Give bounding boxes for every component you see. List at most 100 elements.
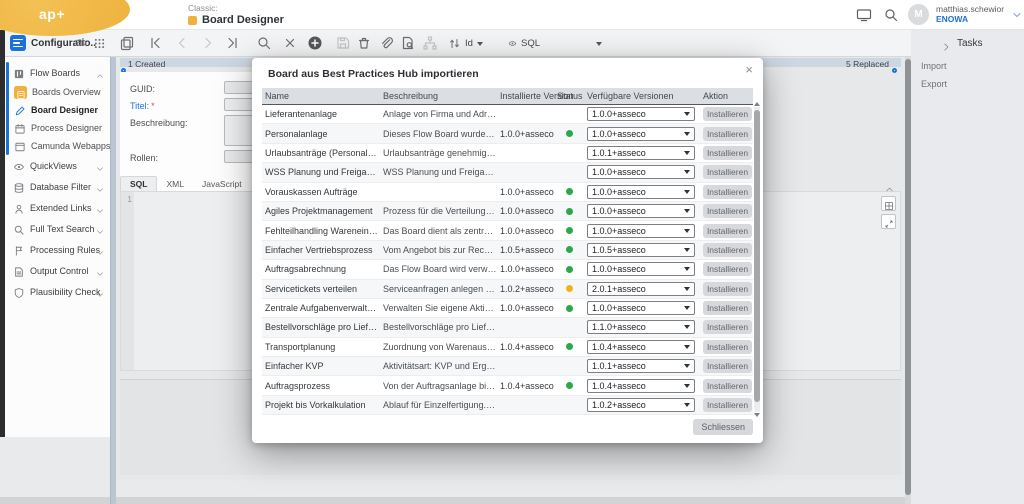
version-select[interactable]: 2.0.1+asseco <box>587 282 695 296</box>
version-select[interactable]: 1.0.0+asseco <box>587 301 695 315</box>
schliessen-button[interactable]: Schliessen <box>693 419 753 435</box>
board-description: WSS Planung und Freigabe auf Teams... <box>380 167 497 177</box>
version-select[interactable]: 1.0.0+asseco <box>587 185 695 199</box>
sidebar-item-full-text-search[interactable]: Full Text Search <box>5 218 110 239</box>
sort-dropdown[interactable]: Id <box>448 35 483 52</box>
close-icon[interactable]: × <box>745 63 753 76</box>
sidebar-item-processing-rules[interactable]: Processing Rules <box>5 239 110 260</box>
version-select[interactable]: 1.0.0+asseco <box>587 224 695 238</box>
table-row: Agiles Projektmanagement Prozess für die… <box>262 202 753 221</box>
view-dropdown[interactable]: SQL <box>508 35 602 52</box>
sidebar-item-process-designer[interactable]: Process Designer <box>5 119 110 137</box>
sidebar-item-flow-boards[interactable]: Flow Boards <box>5 62 110 83</box>
task-item-export[interactable]: Export <box>911 75 1024 93</box>
doc-search-icon[interactable] <box>400 35 416 51</box>
installieren-button[interactable]: Installieren <box>703 127 752 141</box>
installieren-button[interactable]: Installieren <box>703 165 752 179</box>
version-select[interactable]: 1.0.0+asseco <box>587 165 695 179</box>
version-select[interactable]: 1.0.4+asseco <box>587 340 695 354</box>
add-icon[interactable] <box>307 35 323 51</box>
version-select[interactable]: 1.0.5+asseco <box>587 243 695 257</box>
save-icon[interactable] <box>335 35 351 51</box>
version-select[interactable]: 1.0.0+asseco <box>587 107 695 121</box>
configuration-app-icon[interactable] <box>10 35 26 51</box>
sidebar-item-database-filter[interactable]: Database Filter <box>5 176 110 197</box>
nav-prev-icon[interactable] <box>174 35 190 51</box>
version-select[interactable]: 1.0.2+asseco <box>587 398 695 412</box>
modal-footer: Schliessen <box>693 417 753 435</box>
paperclip-icon[interactable] <box>378 35 394 51</box>
selected-version: 1.0.0+asseco <box>592 167 646 177</box>
scrollbar-thumb[interactable] <box>754 110 760 402</box>
installieren-button[interactable]: Installieren <box>703 340 752 354</box>
installieren-button[interactable]: Installieren <box>703 204 752 218</box>
sidebar-item-extended-links[interactable]: Extended Links <box>5 197 110 218</box>
main-scrollbar[interactable] <box>905 57 911 504</box>
installieren-button[interactable]: Installieren <box>703 224 752 238</box>
editor-expand-button[interactable] <box>881 214 896 229</box>
collapse-editor-icon[interactable] <box>884 182 895 193</box>
user-menu[interactable]: M matthias.schewior ENOWA <box>908 4 1023 25</box>
installieren-button[interactable]: Installieren <box>703 379 752 393</box>
version-select[interactable]: 1.0.0+asseco <box>587 262 695 276</box>
sidebar-item-plausibility-check[interactable]: Plausibility Check <box>5 281 110 302</box>
tasks-header[interactable]: Tasks <box>911 30 1024 57</box>
board-name: Transportplanung <box>262 342 380 352</box>
installieren-button[interactable]: Installieren <box>703 301 752 315</box>
avatar: M <box>908 4 929 25</box>
installieren-button[interactable]: Installieren <box>703 262 752 276</box>
board-name: Projekt bis Vorkalkulation <box>262 400 380 410</box>
sidebar-item-board-designer[interactable]: Board Designer <box>5 101 110 119</box>
installieren-button[interactable]: Installieren <box>703 398 752 412</box>
board-name: WSS Planung und Freigabe Teams <box>262 167 380 177</box>
sidebar-item-boards-overview[interactable]: Boards Overview <box>5 83 110 101</box>
tab-xml[interactable]: XML <box>157 177 192 191</box>
status-dot <box>566 305 573 312</box>
version-select[interactable]: 1.0.4+asseco <box>587 379 695 393</box>
scroll-down-icon[interactable] <box>754 413 760 417</box>
version-select[interactable]: 1.1.0+asseco <box>587 320 695 334</box>
search-icon <box>13 223 25 235</box>
tab-javascript[interactable]: JavaScript <box>193 177 251 191</box>
search-list-icon[interactable] <box>75 37 88 50</box>
sidebar-item-camunda-webapps[interactable]: Camunda Webapps <box>5 137 110 155</box>
scrollbar-thumb[interactable] <box>905 59 911 495</box>
installieren-button[interactable]: Installieren <box>703 320 752 334</box>
nav-next-icon[interactable] <box>200 35 216 51</box>
search-icon[interactable] <box>883 7 899 23</box>
board-name: Einfacher Vertriebsprozess <box>262 245 380 255</box>
nav-first-icon[interactable] <box>148 35 164 51</box>
chevron-down-icon <box>684 306 690 310</box>
logo-text: ap+ <box>39 0 65 22</box>
monitor-icon[interactable] <box>856 7 872 23</box>
scroll-up-icon[interactable] <box>754 102 760 106</box>
tab-sql[interactable]: SQL <box>120 176 157 191</box>
chevron-down-icon <box>684 384 690 388</box>
installieren-button[interactable]: Installieren <box>703 282 752 296</box>
installieren-button[interactable]: Installieren <box>703 146 752 160</box>
sidebar-item-output-control[interactable]: Output Control <box>5 260 110 281</box>
version-select[interactable]: 1.0.1+asseco <box>587 359 695 373</box>
chevron-down-icon <box>684 112 690 116</box>
installieren-button[interactable]: Installieren <box>703 359 752 373</box>
version-select[interactable]: 1.0.1+asseco <box>587 146 695 160</box>
trash-icon[interactable] <box>356 35 372 51</box>
copy-icon[interactable] <box>119 35 135 51</box>
panel-divider[interactable] <box>110 57 116 504</box>
installieren-button[interactable]: Installieren <box>703 243 752 257</box>
sidebar-item-quickviews[interactable]: QuickViews <box>5 155 110 176</box>
version-select[interactable]: 1.0.0+asseco <box>587 127 695 141</box>
hierarchy-icon[interactable] <box>422 35 438 51</box>
version-select[interactable]: 1.0.0+asseco <box>587 204 695 218</box>
editor-table-button[interactable] <box>881 196 896 211</box>
installieren-button[interactable]: Installieren <box>703 107 752 121</box>
toolbar-search-icon[interactable] <box>256 35 272 51</box>
selected-version: 1.0.5+asseco <box>592 245 646 255</box>
nav-last-icon[interactable] <box>224 35 240 51</box>
grid-icon[interactable] <box>93 37 106 50</box>
task-item-import[interactable]: Import <box>911 57 1024 75</box>
clear-icon[interactable] <box>282 35 298 51</box>
installieren-button[interactable]: Installieren <box>703 185 752 199</box>
chevron-down-icon <box>95 287 105 297</box>
modal-scrollbar[interactable] <box>754 107 760 412</box>
